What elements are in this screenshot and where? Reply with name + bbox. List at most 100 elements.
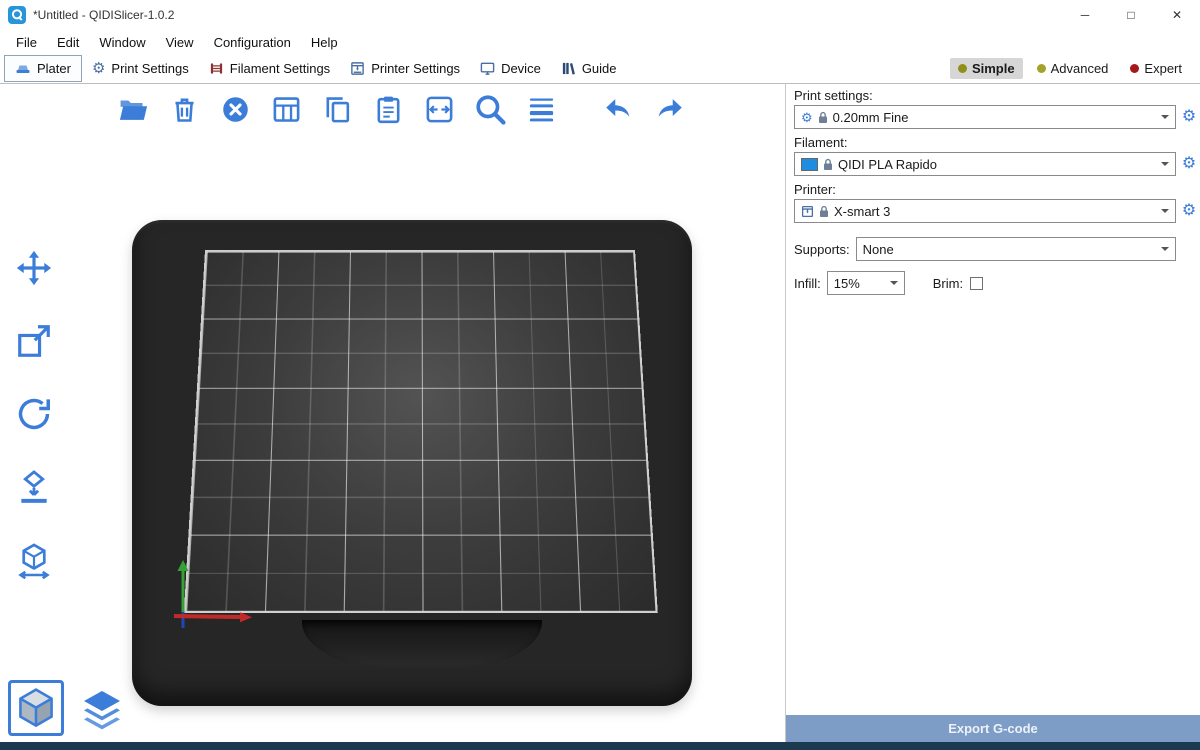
print-settings-select[interactable]: ⚙ 0.20mm Fine xyxy=(794,105,1176,129)
export-gcode-button[interactable]: Export G-code xyxy=(786,715,1200,742)
tab-device[interactable]: Device xyxy=(470,55,551,82)
tab-bar: Plater ⚙ Print Settings Filament Setting… xyxy=(0,54,1200,84)
menu-help[interactable]: Help xyxy=(301,35,348,50)
search-button[interactable] xyxy=(469,88,511,130)
filament-select[interactable]: QIDI PLA Rapido xyxy=(794,152,1176,176)
expert-mode-dot-icon xyxy=(1130,64,1139,73)
dropdown-caret-icon xyxy=(1161,115,1169,123)
dropdown-caret-icon xyxy=(890,281,898,289)
copy-button[interactable] xyxy=(316,88,358,130)
view-preview-button[interactable] xyxy=(76,684,128,736)
maximize-button[interactable]: □ xyxy=(1108,0,1154,30)
paste-clipboard-icon xyxy=(373,94,404,125)
layers-preview-icon xyxy=(78,686,126,734)
bottom-strip xyxy=(0,742,1200,750)
mode-advanced[interactable]: Advanced xyxy=(1029,58,1117,79)
filament-spool-icon xyxy=(209,61,224,76)
delete-button[interactable] xyxy=(163,88,205,130)
print-settings-label: Print settings: xyxy=(794,88,1198,103)
rotate-button[interactable] xyxy=(10,390,58,438)
scale-icon xyxy=(15,322,53,360)
copy-icon xyxy=(322,94,353,125)
infill-value: 15% xyxy=(834,276,860,291)
filament-gear-button[interactable]: ⚙ xyxy=(1180,156,1198,172)
filament-color-swatch xyxy=(801,158,818,171)
advanced-mode-dot-icon xyxy=(1037,64,1046,73)
measure-button[interactable] xyxy=(10,536,58,584)
dropdown-caret-icon xyxy=(1161,162,1169,170)
tab-print-settings[interactable]: ⚙ Print Settings xyxy=(82,55,199,82)
device-monitor-icon xyxy=(480,61,495,76)
dropdown-caret-icon xyxy=(1161,209,1169,217)
lock-icon xyxy=(818,111,828,124)
mode-label: Simple xyxy=(972,61,1015,76)
mode-label: Advanced xyxy=(1051,61,1109,76)
tab-label: Print Settings xyxy=(111,61,188,76)
lock-icon xyxy=(823,158,833,171)
split-button[interactable] xyxy=(418,88,460,130)
menu-edit[interactable]: Edit xyxy=(47,35,89,50)
measure-icon xyxy=(15,541,53,579)
filament-value: QIDI PLA Rapido xyxy=(838,157,937,172)
menu-bar: File Edit Window View Configuration Help xyxy=(0,30,1200,54)
gizmo-toolbar xyxy=(10,244,58,584)
main-area: Print settings: ⚙ 0.20mm Fine ⚙ Filament… xyxy=(0,84,1200,742)
tab-label: Guide xyxy=(582,61,617,76)
open-project-button[interactable] xyxy=(112,88,154,130)
gear-icon: ⚙ xyxy=(801,111,813,124)
mode-expert[interactable]: Expert xyxy=(1122,58,1190,79)
plater-3d-viewport[interactable] xyxy=(0,84,785,742)
plater-toolbar xyxy=(112,88,690,130)
infill-select[interactable]: 15% xyxy=(827,271,905,295)
redo-button[interactable] xyxy=(648,88,690,130)
menu-configuration[interactable]: Configuration xyxy=(204,35,301,50)
undo-button[interactable] xyxy=(597,88,639,130)
trash-icon xyxy=(169,94,200,125)
tab-filament-settings[interactable]: Filament Settings xyxy=(199,55,340,82)
paste-button[interactable] xyxy=(367,88,409,130)
print-settings-gear-button[interactable]: ⚙ xyxy=(1180,109,1198,125)
axes-indicator xyxy=(160,554,270,638)
supports-select[interactable]: None xyxy=(856,237,1176,261)
lock-icon xyxy=(819,205,829,218)
window-title: *Untitled - QIDISlicer-1.0.2 xyxy=(33,8,174,22)
printer-select[interactable]: X-smart 3 xyxy=(794,199,1176,223)
arrange-button[interactable] xyxy=(265,88,307,130)
place-on-face-icon xyxy=(15,468,53,506)
plater-icon xyxy=(15,61,31,77)
scale-button[interactable] xyxy=(10,317,58,365)
variable-layer-height-button[interactable] xyxy=(520,88,562,130)
move-icon xyxy=(15,249,53,287)
place-on-face-button[interactable] xyxy=(10,463,58,511)
split-objects-icon xyxy=(424,94,455,125)
simple-mode-dot-icon xyxy=(958,64,967,73)
menu-file[interactable]: File xyxy=(6,35,47,50)
menu-view[interactable]: View xyxy=(156,35,204,50)
search-icon xyxy=(473,92,507,126)
tab-plater[interactable]: Plater xyxy=(4,55,82,82)
print-settings-value: 0.20mm Fine xyxy=(833,110,909,125)
view-3d-button[interactable] xyxy=(8,680,64,736)
close-button[interactable]: ✕ xyxy=(1154,0,1200,30)
filament-label: Filament: xyxy=(794,135,1198,150)
printer-gear-button[interactable]: ⚙ xyxy=(1180,203,1198,219)
dropdown-caret-icon xyxy=(1161,247,1169,255)
view-toggle xyxy=(8,680,128,736)
menu-window[interactable]: Window xyxy=(89,35,155,50)
printer-value: X-smart 3 xyxy=(834,204,890,219)
printer-icon xyxy=(801,205,814,218)
move-button[interactable] xyxy=(10,244,58,292)
printer-icon xyxy=(350,61,365,76)
gear-icon: ⚙ xyxy=(92,61,105,76)
tab-guide[interactable]: Guide xyxy=(551,55,627,82)
minimize-button[interactable]: ─ xyxy=(1062,0,1108,30)
mode-simple[interactable]: Simple xyxy=(950,58,1023,79)
cube-3d-icon xyxy=(14,686,58,730)
settings-sidebar: Print settings: ⚙ 0.20mm Fine ⚙ Filament… xyxy=(785,84,1200,742)
layer-height-icon xyxy=(526,94,557,125)
window-controls: ─ □ ✕ xyxy=(1062,0,1200,30)
printer-label: Printer: xyxy=(794,182,1198,197)
tab-printer-settings[interactable]: Printer Settings xyxy=(340,55,470,82)
delete-all-button[interactable] xyxy=(214,88,256,130)
brim-checkbox[interactable] xyxy=(970,277,983,290)
